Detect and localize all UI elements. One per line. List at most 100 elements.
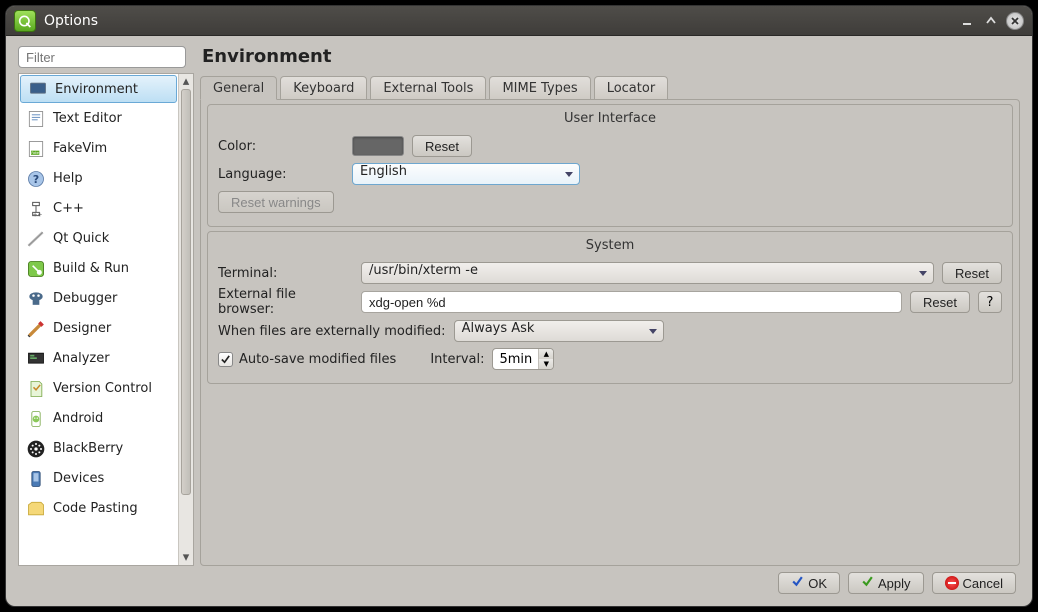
ok-button[interactable]: OK bbox=[778, 572, 840, 594]
category-list: Environment Text Editor Fake FakeVim? Help ++… bbox=[18, 73, 194, 566]
sidebar-item-qt-quick[interactable]: Qt Quick bbox=[19, 224, 178, 254]
color-picker[interactable] bbox=[352, 136, 404, 156]
sidebar-item-label: C++ bbox=[53, 201, 84, 216]
category-icon bbox=[25, 348, 47, 370]
browser-input[interactable] bbox=[361, 291, 902, 313]
modified-label: When files are externally modified: bbox=[218, 324, 446, 339]
user-interface-group: User Interface Color: Reset Language: En… bbox=[207, 104, 1013, 227]
sidebar-item-debugger[interactable]: Debugger bbox=[19, 284, 178, 314]
tab-locator[interactable]: Locator bbox=[594, 76, 668, 99]
category-icon bbox=[25, 498, 47, 520]
reset-terminal-button[interactable]: Reset bbox=[942, 262, 1002, 284]
cancel-icon bbox=[945, 576, 959, 590]
sidebar-item-label: Help bbox=[53, 171, 83, 186]
sidebar-item-android[interactable]: Android bbox=[19, 404, 178, 434]
help-button[interactable]: ? bbox=[978, 291, 1002, 313]
sidebar-item-label: Environment bbox=[55, 82, 138, 97]
window-title: Options bbox=[44, 13, 952, 29]
category-icon bbox=[25, 108, 47, 130]
sidebar-item-label: Devices bbox=[53, 471, 104, 486]
autosave-checkbox[interactable]: Auto-save modified files bbox=[218, 352, 396, 367]
category-icon bbox=[25, 258, 47, 280]
interval-spinbox[interactable]: 5min ▲ ▼ bbox=[492, 348, 554, 370]
page-heading: Environment bbox=[202, 46, 1020, 67]
options-window: Options Environment Text Editor Fake FakeVi… bbox=[5, 5, 1033, 607]
apply-button[interactable]: Apply bbox=[848, 572, 924, 594]
sidebar-item-devices[interactable]: Devices bbox=[19, 464, 178, 494]
sidebar-scrollbar[interactable]: ▴ ▾ bbox=[178, 74, 193, 565]
sidebar-item-designer[interactable]: Designer bbox=[19, 314, 178, 344]
sidebar-item-build-run[interactable]: Build & Run bbox=[19, 254, 178, 284]
browser-label: External file browser: bbox=[218, 287, 353, 317]
sidebar-item-code-pasting[interactable]: Code Pasting bbox=[19, 494, 178, 524]
sidebar-item-analyzer[interactable]: Analyzer bbox=[19, 344, 178, 374]
tab-panel-general: User Interface Color: Reset Language: En… bbox=[200, 99, 1020, 566]
tab-general[interactable]: General bbox=[200, 76, 277, 100]
category-icon bbox=[25, 228, 47, 250]
sidebar: Environment Text Editor Fake FakeVim? Help ++… bbox=[18, 46, 194, 566]
category-icon: ++ bbox=[25, 198, 47, 220]
category-icon bbox=[25, 438, 47, 460]
sidebar-item-label: Debugger bbox=[53, 291, 117, 306]
reset-color-button[interactable]: Reset bbox=[412, 135, 472, 157]
settings-panel: Environment GeneralKeyboardExternal Tool… bbox=[200, 46, 1020, 566]
category-icon bbox=[27, 78, 49, 100]
language-select[interactable]: English bbox=[352, 163, 580, 185]
category-icon: ? bbox=[25, 168, 47, 190]
sidebar-item-label: FakeVim bbox=[53, 141, 107, 156]
content-area: Environment Text Editor Fake FakeVim? Help ++… bbox=[6, 36, 1032, 606]
sidebar-item-label: Code Pasting bbox=[53, 501, 138, 516]
spin-up-button[interactable]: ▲ bbox=[539, 349, 553, 359]
sidebar-item-help[interactable]: ? Help bbox=[19, 164, 178, 194]
interval-label: Interval: bbox=[430, 352, 484, 367]
sidebar-item-label: Text Editor bbox=[53, 111, 122, 126]
svg-text:Fake: Fake bbox=[31, 151, 39, 155]
dialog-button-row: OK Apply Cancel bbox=[18, 566, 1020, 600]
category-icon bbox=[25, 468, 47, 490]
sidebar-item-blackberry[interactable]: BlackBerry bbox=[19, 434, 178, 464]
sidebar-item-label: Analyzer bbox=[53, 351, 110, 366]
sidebar-item-label: Qt Quick bbox=[53, 231, 109, 246]
cancel-button[interactable]: Cancel bbox=[932, 572, 1016, 594]
svg-text:?: ? bbox=[33, 173, 39, 186]
sidebar-item-c-[interactable]: ++ C++ bbox=[19, 194, 178, 224]
check-icon bbox=[791, 575, 804, 591]
close-button[interactable] bbox=[1006, 12, 1024, 30]
terminal-label: Terminal: bbox=[218, 266, 353, 281]
sidebar-item-environment[interactable]: Environment bbox=[20, 75, 177, 103]
reset-warnings-button[interactable]: Reset warnings bbox=[218, 191, 334, 213]
scroll-down-button[interactable]: ▾ bbox=[179, 550, 193, 565]
scroll-thumb[interactable] bbox=[181, 89, 191, 495]
category-icon bbox=[25, 408, 47, 430]
sidebar-item-label: BlackBerry bbox=[53, 441, 123, 456]
filter-input[interactable] bbox=[18, 46, 186, 68]
sidebar-item-text-editor[interactable]: Text Editor bbox=[19, 104, 178, 134]
tab-keyboard[interactable]: Keyboard bbox=[280, 76, 367, 99]
check-icon bbox=[861, 575, 874, 591]
tab-mime-types[interactable]: MIME Types bbox=[489, 76, 590, 99]
sidebar-item-label: Android bbox=[53, 411, 103, 426]
category-icon bbox=[25, 318, 47, 340]
minimize-button[interactable] bbox=[958, 12, 976, 30]
category-icon bbox=[25, 288, 47, 310]
sidebar-item-label: Build & Run bbox=[53, 261, 129, 276]
spin-down-button[interactable]: ▼ bbox=[539, 359, 553, 369]
qt-app-icon bbox=[14, 10, 36, 32]
modified-select[interactable]: Always Ask bbox=[454, 320, 664, 342]
reset-browser-button[interactable]: Reset bbox=[910, 291, 970, 313]
scroll-up-button[interactable]: ▴ bbox=[179, 74, 193, 89]
tab-external-tools[interactable]: External Tools bbox=[370, 76, 486, 99]
terminal-select[interactable]: /usr/bin/xterm -e bbox=[361, 262, 934, 284]
group-title: System bbox=[218, 238, 1002, 253]
category-icon: Fake bbox=[25, 138, 47, 160]
sidebar-item-version-control[interactable]: Version Control bbox=[19, 374, 178, 404]
system-group: System Terminal: /usr/bin/xterm -e Reset… bbox=[207, 231, 1013, 384]
group-title: User Interface bbox=[218, 111, 1002, 126]
autosave-label: Auto-save modified files bbox=[239, 352, 396, 367]
sidebar-item-label: Version Control bbox=[53, 381, 152, 396]
color-label: Color: bbox=[218, 139, 344, 154]
checkbox-icon bbox=[218, 352, 233, 367]
sidebar-item-fakevim[interactable]: Fake FakeVim bbox=[19, 134, 178, 164]
maximize-button[interactable] bbox=[982, 12, 1000, 30]
category-icon bbox=[25, 378, 47, 400]
